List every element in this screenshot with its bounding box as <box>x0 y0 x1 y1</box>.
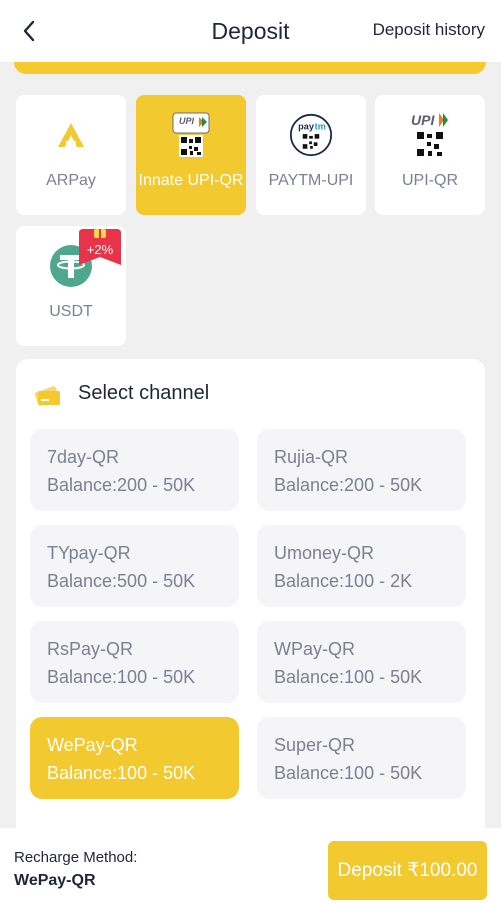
header-bar: Deposit Deposit history <box>0 0 501 62</box>
channel-name: RsPay-QR <box>47 639 134 659</box>
channel-balance: Balance:100 - 50K <box>274 763 423 783</box>
deposit-button[interactable]: Deposit ₹100.00 <box>328 841 487 900</box>
method-label: USDT <box>49 303 93 320</box>
channel-card-umoney-qr[interactable]: Umoney-QR Balance:100 - 2K <box>257 525 466 607</box>
method-arpay[interactable]: ARPay <box>16 95 126 215</box>
bonus-badge-text: +2% <box>86 242 114 257</box>
arpay-logo-icon <box>49 111 93 159</box>
method-label: Innate UPI-QR <box>138 172 244 189</box>
method-innate-upi-qr[interactable]: UPI Innate UPI-QR <box>136 95 246 215</box>
method-paytm-upi[interactable]: pay tm PAYTM-UPI <box>256 95 366 215</box>
method-label: ARPay <box>46 172 96 189</box>
wallet-card-icon <box>34 386 60 406</box>
channel-card-wpay-qr[interactable]: WPay-QR Balance:100 - 50K <box>257 621 466 703</box>
svg-text:UPI: UPI <box>179 116 195 126</box>
method-label: PAYTM-UPI <box>268 172 354 189</box>
footer-bar: Recharge Method: WePay-QR Deposit ₹100.0… <box>0 828 501 905</box>
recharge-method-value: WePay-QR <box>14 872 96 889</box>
channel-balance: Balance:100 - 2K <box>274 571 413 591</box>
channel-card-rspay-qr[interactable]: RsPay-QR Balance:100 - 50K <box>30 621 239 703</box>
svg-text:UPI: UPI <box>411 112 435 128</box>
deposit-history-link[interactable]: Deposit history <box>373 20 485 40</box>
channel-balance: Balance:100 - 50K <box>47 667 196 687</box>
method-label: UPI-QR <box>402 172 458 189</box>
channel-card-7day-qr[interactable]: 7day-QR Balance:200 - 50K <box>30 429 239 511</box>
channel-card-rujia-qr[interactable]: Rujia-QR Balance:200 - 50K <box>257 429 466 511</box>
channel-balance: Balance:200 - 50K <box>47 475 196 495</box>
channel-section-header: Select channel <box>32 377 209 409</box>
channel-card-typay-qr[interactable]: TYpay-QR Balance:500 - 50K <box>30 525 239 607</box>
balance-card-edge <box>14 62 486 74</box>
channel-name: 7day-QR <box>47 447 120 467</box>
channel-balance: Balance:200 - 50K <box>274 475 423 495</box>
channel-card-wepay-qr[interactable]: WePay-QR Balance:100 - 50K <box>30 717 239 799</box>
upi-qr-icon: UPI <box>169 111 213 159</box>
svg-text:tm: tm <box>315 122 326 132</box>
channel-card-super-qr[interactable]: Super-QR Balance:100 - 50K <box>257 717 466 799</box>
upi-qr-icon: UPI <box>408 111 452 159</box>
bonus-badge: +2% <box>79 229 121 265</box>
channel-name: Rujia-QR <box>274 447 349 467</box>
method-upi-qr[interactable]: UPI UPI-QR <box>375 95 485 215</box>
paytm-qr-icon: pay tm <box>289 111 333 159</box>
svg-text:pay: pay <box>298 122 315 132</box>
channel-balance: Balance:100 - 50K <box>47 763 196 783</box>
channel-name: Umoney-QR <box>274 543 375 563</box>
channel-name: TYpay-QR <box>47 543 131 563</box>
back-button[interactable] <box>16 18 42 44</box>
page-title: Deposit <box>211 17 290 44</box>
channel-name: Super-QR <box>274 735 356 755</box>
channel-balance: Balance:100 - 50K <box>274 667 423 687</box>
channel-panel: Select channel 7day-QR Balance:200 - 50K… <box>16 359 485 839</box>
channel-name: WPay-QR <box>274 639 355 659</box>
channel-name: WePay-QR <box>47 735 138 755</box>
recharge-method-label: Recharge Method: <box>14 849 138 866</box>
channel-section-title: Select channel <box>78 381 210 404</box>
channel-balance: Balance:500 - 50K <box>47 571 196 591</box>
chevron-left-icon <box>23 20 35 42</box>
